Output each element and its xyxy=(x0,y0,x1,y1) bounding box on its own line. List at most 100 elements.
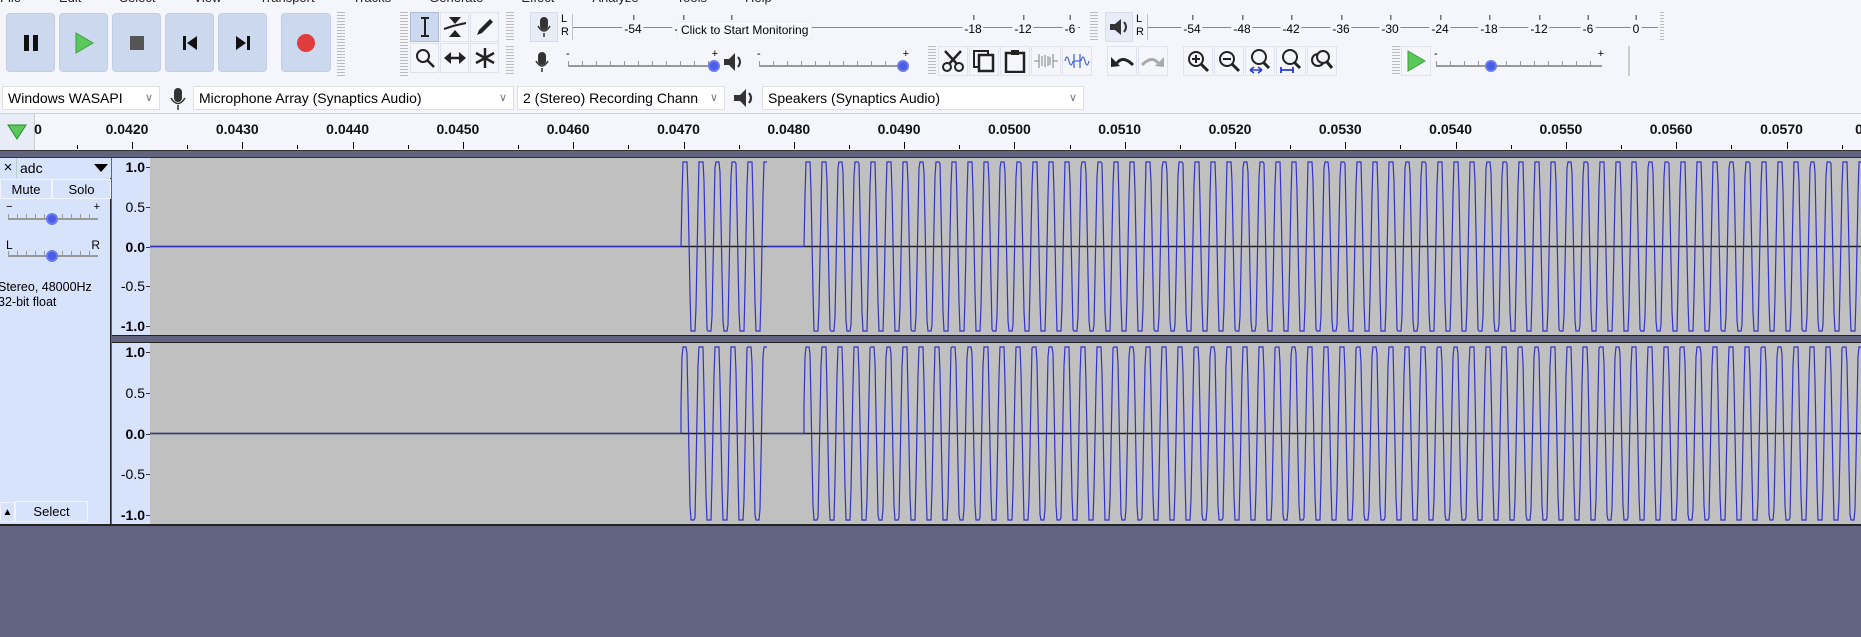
timeline-major-tick xyxy=(1565,142,1567,149)
waveform-right-channel[interactable] xyxy=(150,343,1861,524)
redo-button[interactable] xyxy=(1138,46,1168,76)
meter-tick-label: -18 xyxy=(1478,15,1500,36)
select-track-button[interactable]: Select xyxy=(15,501,88,522)
timeline-major-tick xyxy=(462,142,464,149)
waveform-left-channel[interactable] xyxy=(150,158,1861,335)
zoom-in-button[interactable] xyxy=(1183,46,1213,76)
amplitude-ruler-right: 1.0 0.5 0.0 -0.5 -1.0 xyxy=(112,343,151,524)
pause-button[interactable] xyxy=(6,13,55,72)
toolbar-grip[interactable] xyxy=(400,12,408,76)
play-button[interactable] xyxy=(59,13,108,72)
audio-host-select[interactable]: Windows WASAPI ∨ xyxy=(2,86,160,110)
skip-to-start-button[interactable] xyxy=(165,13,214,72)
timeline-major-tick xyxy=(242,142,244,149)
slider-plus-label: + xyxy=(711,48,718,60)
toolbar-grip[interactable] xyxy=(1090,12,1098,40)
undo-button[interactable] xyxy=(1107,46,1137,76)
amplitude-label: -1.0 xyxy=(120,506,151,523)
play-at-speed-button[interactable] xyxy=(1401,46,1431,76)
mute-button[interactable]: Mute xyxy=(0,179,52,199)
silence-audio-button[interactable] xyxy=(1062,46,1092,76)
timeline-options-button[interactable] xyxy=(0,114,35,150)
play-at-speed-slider[interactable]: - + xyxy=(1434,48,1604,72)
gain-slider-thumb[interactable] xyxy=(46,213,58,225)
multi-tool-button[interactable] xyxy=(470,43,499,73)
i-beam-icon xyxy=(420,17,429,37)
recording-channels-select[interactable]: 2 (Stereo) Recording Chann ∨ xyxy=(517,86,725,110)
selection-tool-button[interactable] xyxy=(410,12,439,42)
meter-tick-label: -54 xyxy=(1181,15,1203,36)
waveform-right-svg xyxy=(150,346,1861,521)
timeline-minor-tick xyxy=(1510,145,1512,149)
playback-volume-slider[interactable]: - + xyxy=(757,48,909,72)
trim-audio-button[interactable] xyxy=(1031,46,1061,76)
solo-button[interactable]: Solo xyxy=(52,179,111,199)
meter-tick-label: -12 xyxy=(1012,15,1034,36)
amplitude-label: 0.5 xyxy=(125,384,151,401)
amplitude-label: 1.0 xyxy=(125,344,151,361)
channel-separator[interactable] xyxy=(112,335,1861,343)
playback-volume-thumb[interactable] xyxy=(897,60,909,72)
fit-selection-button[interactable] xyxy=(1245,46,1275,76)
toolbar-grip[interactable] xyxy=(337,12,345,76)
zoom-tool-button[interactable] xyxy=(410,43,439,73)
fit-project-button[interactable] xyxy=(1276,46,1306,76)
recording-device-value: Microphone Array (Synaptics Audio) xyxy=(199,90,422,106)
timeline-minor-tick xyxy=(628,145,630,149)
fit-project-icon xyxy=(1280,49,1302,73)
zoom-toggle-button[interactable] xyxy=(1307,46,1337,76)
record-volume-slider[interactable]: - + xyxy=(566,48,720,72)
audacity-window: FileEditSelectViewTransportTracksGenerat… xyxy=(0,0,1861,637)
toolbar-grip[interactable] xyxy=(928,46,936,76)
meter-tick-label: -6 xyxy=(1580,15,1596,36)
redo-icon xyxy=(1140,57,1164,67)
timeline-label: 0.0540 xyxy=(1429,121,1473,137)
pan-slider-thumb[interactable] xyxy=(46,250,58,262)
playback-meter-scale[interactable]: -54 -48 -42 -36 -30 -24 -18 -12 -6 0 xyxy=(1147,14,1658,40)
speaker-icon xyxy=(1110,19,1127,35)
toolbar-grip[interactable] xyxy=(1660,12,1664,40)
stop-button[interactable] xyxy=(112,13,161,72)
skip-to-end-button[interactable] xyxy=(218,13,267,72)
track-name-menu[interactable]: adc xyxy=(16,158,111,178)
speaker-icon xyxy=(734,89,753,107)
time-shift-tool-button[interactable] xyxy=(440,43,469,73)
envelope-tool-button[interactable] xyxy=(440,12,469,42)
paste-button[interactable] xyxy=(1000,46,1030,76)
start-monitoring-label[interactable]: Click to Start Monitoring xyxy=(677,21,813,39)
timeline-label: 0.0500 xyxy=(987,121,1031,137)
timeline-ruler[interactable]: 0 0.0420 0.0430 0.0440 0.0450 0.0460 0.0470 0.0… xyxy=(0,114,1861,150)
silence-icon xyxy=(1064,54,1090,68)
record-volume-thumb[interactable] xyxy=(708,60,720,72)
draw-tool-button[interactable] xyxy=(470,12,499,42)
playback-device-select[interactable]: Speakers (Synaptics Audio) ∨ xyxy=(762,86,1084,110)
timeline-major-tick xyxy=(1124,142,1126,149)
timeline-minor-tick xyxy=(1179,145,1181,149)
record-button[interactable] xyxy=(281,13,331,72)
cut-button[interactable] xyxy=(938,46,968,76)
dropdown-arrow-icon xyxy=(94,164,108,172)
timeline-minor-tick xyxy=(959,145,961,149)
collapse-track-button[interactable]: ▲ xyxy=(0,502,15,522)
timeline-label: 0.0480 xyxy=(767,121,811,137)
zoom-in-icon xyxy=(1188,51,1210,73)
close-track-button[interactable]: × xyxy=(0,158,16,178)
record-meter-scale[interactable]: -54-48-42-18-12-60Click to Start Monitor… xyxy=(572,14,1122,40)
timeline-major-tick xyxy=(1676,142,1678,149)
copy-button[interactable] xyxy=(969,46,999,76)
toolbar-grip[interactable] xyxy=(506,12,514,40)
playback-meter[interactable]: LR -54 -48 -42 -36 -30 -24 -18 -12 -6 0 xyxy=(1105,12,1658,42)
record-meter-button[interactable] xyxy=(530,12,558,42)
play-at-speed-thumb[interactable] xyxy=(1485,60,1497,72)
meter-tick-label: -6 xyxy=(1062,15,1078,36)
record-meter[interactable]: LR -54-48-42-18-12-60Click to Start Moni… xyxy=(530,12,1122,42)
pan-slider[interactable]: L R xyxy=(6,238,100,262)
gain-slider[interactable]: − + xyxy=(6,201,100,225)
toolbar-grip[interactable] xyxy=(506,46,514,76)
zoom-out-button[interactable] xyxy=(1214,46,1244,76)
timeline-minor-tick xyxy=(1731,145,1733,149)
timeline-major-tick xyxy=(1014,142,1016,149)
toolbar-grip[interactable] xyxy=(1392,46,1400,76)
recording-device-select[interactable]: Microphone Array (Synaptics Audio) ∨ xyxy=(193,86,514,110)
playback-meter-button[interactable] xyxy=(1105,12,1133,42)
